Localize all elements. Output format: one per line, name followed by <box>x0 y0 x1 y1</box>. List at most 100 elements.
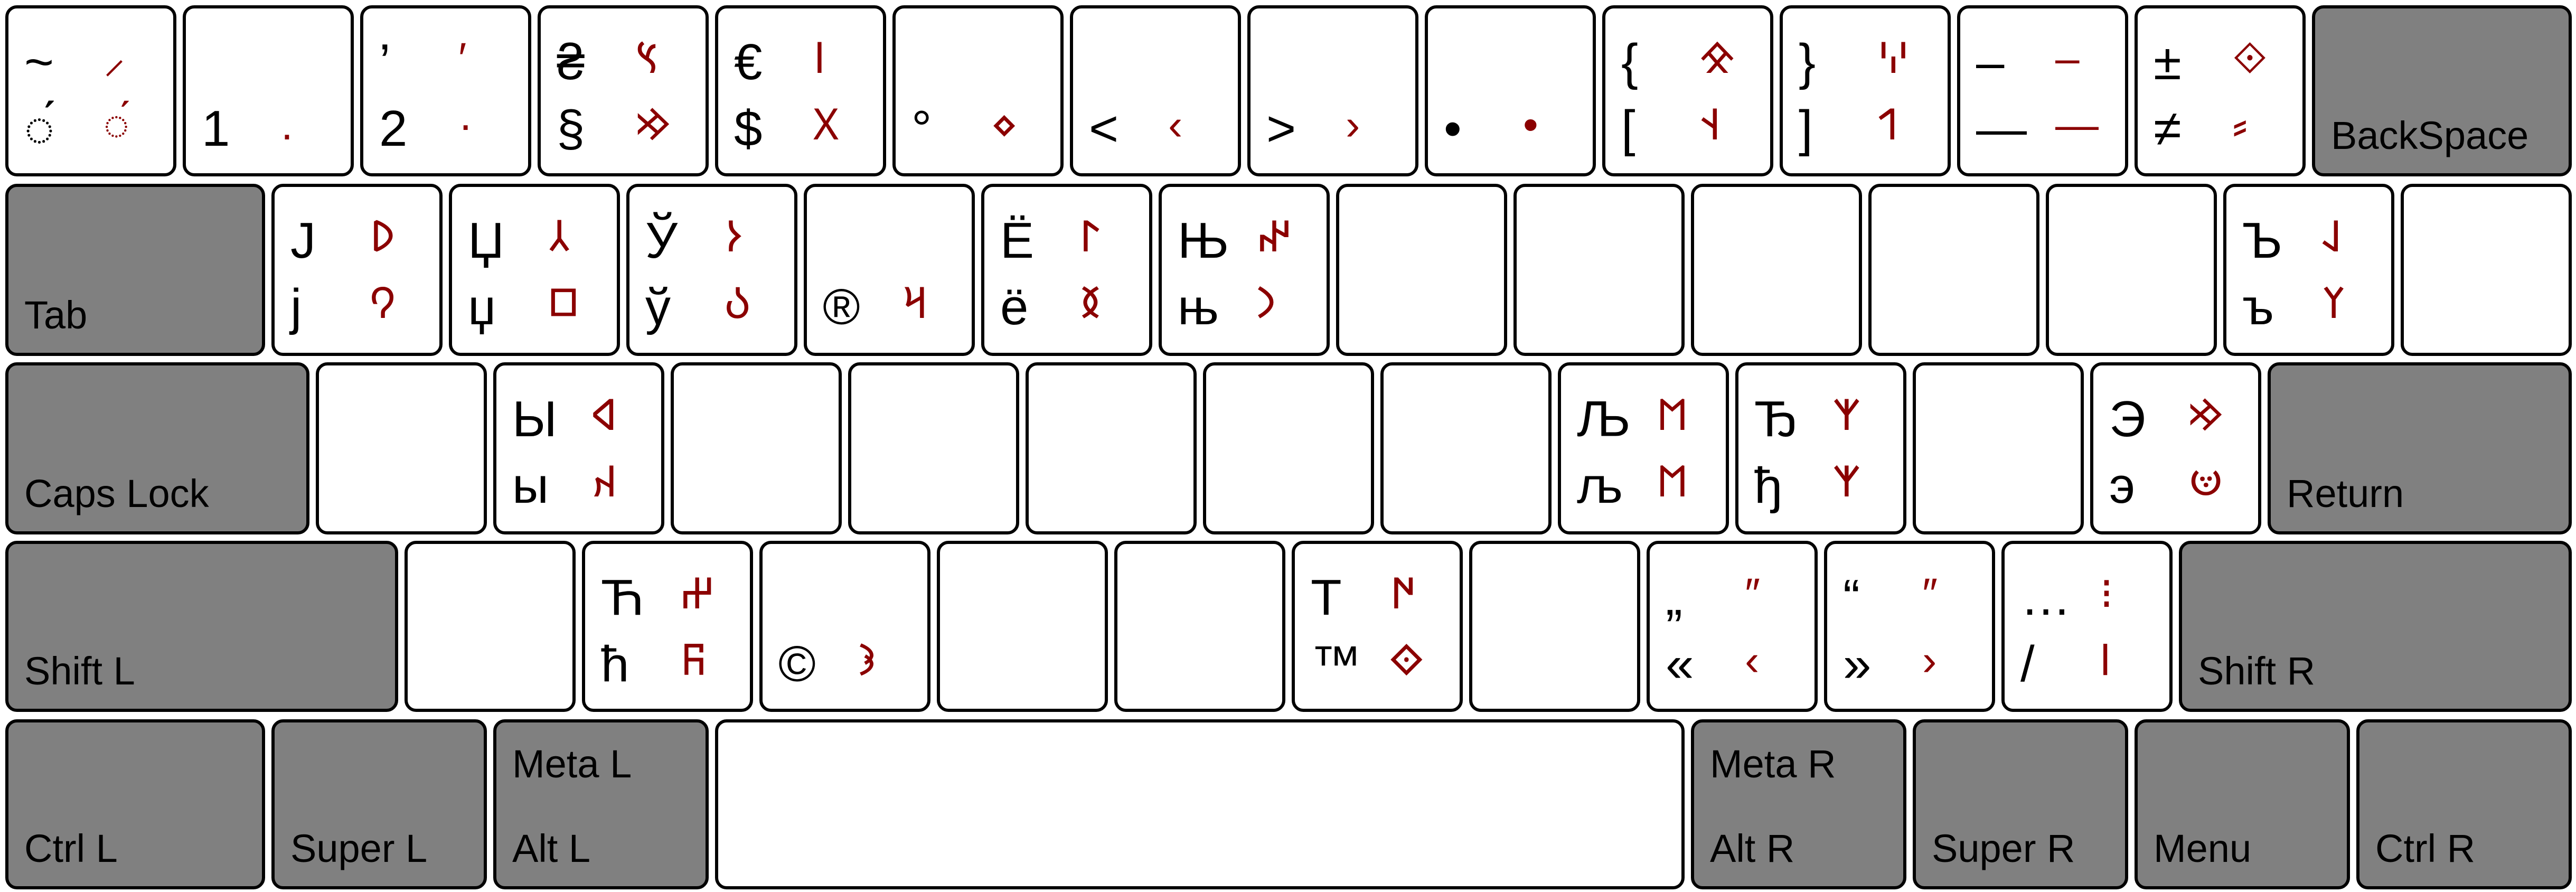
key-j[interactable] <box>1380 362 1552 534</box>
alternate-glyph: 𐰡 <box>1656 391 1689 439</box>
key-e[interactable]: Ў𐰆 ў 𐰉 <box>626 184 797 356</box>
key-semicolon[interactable] <box>1913 362 2084 534</box>
key-x[interactable]: Ћ𐰔 ћ 𐰜 <box>582 541 753 712</box>
key-backspace[interactable]: BackSpace <box>2312 5 2572 176</box>
key-y[interactable]: Њ𐰤њ𐰣 <box>1159 184 1330 356</box>
key-l[interactable]: Ђ𐰱 ђ 𐰱 <box>1735 362 1906 534</box>
key-o[interactable] <box>1691 184 1862 356</box>
key-backslash[interactable] <box>2401 184 2572 356</box>
alternate-glyph: 𐰖 <box>370 213 395 261</box>
key-t[interactable]: Ё𐰃 ё 𐰅 <box>981 184 1152 356</box>
key-i[interactable] <box>1513 184 1685 356</box>
key-p[interactable] <box>1868 184 2039 356</box>
key-space[interactable] <box>715 719 1685 889</box>
key-label: Tab <box>24 293 88 337</box>
key-equal[interactable]: ± ⟐ ≠ ⸗ <box>2135 5 2306 176</box>
key-label: Shift L <box>24 649 135 693</box>
key-v[interactable] <box>937 541 1108 712</box>
key-digit-7[interactable]: > › <box>1247 5 1418 176</box>
key-label: Ctrl R <box>2375 827 2476 870</box>
key-super-l[interactable]: Super L <box>271 719 487 889</box>
key-digit-3[interactable]: ₴ 𐰽 § 𐰢 <box>538 5 709 176</box>
key-ctrl-l[interactable]: Ctrl L <box>5 719 265 889</box>
alternate-glyph: ǀ <box>2100 636 2111 684</box>
key-tab[interactable]: Tab <box>5 184 265 356</box>
key-bracket-right[interactable]: Ъ𐰞ъ𐰠 <box>2223 184 2394 356</box>
key-n[interactable]: Т 𐰇 ™ 𐰬 <box>1292 541 1463 712</box>
key-slash[interactable]: … ⁝ / ǀ <box>2001 541 2173 712</box>
key-bracket-left[interactable] <box>2046 184 2217 356</box>
primary-glyph: • <box>1444 100 1462 157</box>
key-minus[interactable]: – – — — <box>1957 5 2128 176</box>
key-caps-lock[interactable]: Caps Lock <box>5 362 309 534</box>
key-h[interactable] <box>1203 362 1374 534</box>
alternate-glyph: 𐰇 <box>1390 570 1416 618</box>
key-f[interactable] <box>848 362 1019 534</box>
key-digit-9[interactable]: {𐰌 [𐰭 <box>1602 5 1773 176</box>
alternate-glyph: 𐰱 <box>1834 391 1860 439</box>
primary-glyph: ъ <box>2242 279 2274 335</box>
alternate-glyph: ⸗ <box>2233 101 2248 149</box>
key-digit-5[interactable]: ° ⋄ <box>892 5 1064 176</box>
key-w[interactable]: Џ𐰲 џ 𐰿 <box>449 184 620 356</box>
key-label-top: Meta R <box>1710 742 1836 786</box>
alternate-glyph: ‹ <box>1745 636 1760 684</box>
key-digit-2[interactable]: ’ ′ 2 · <box>360 5 531 176</box>
key-label: Alt R <box>1710 827 1795 870</box>
key-comma[interactable]: „ ″ « ‹ <box>1647 541 1818 712</box>
key-digit-8[interactable]: • • <box>1425 5 1596 176</box>
primary-glyph: Э <box>2109 391 2146 447</box>
key-z[interactable] <box>405 541 576 712</box>
primary-glyph: Ў <box>645 212 678 269</box>
key-shift-l[interactable]: Shift L <box>5 541 398 712</box>
key-shift-r[interactable]: Shift R <box>2179 541 2572 712</box>
alternate-glyph: 𐰃 <box>1079 213 1101 261</box>
key-digit-0[interactable]: } 𐰎] 𐰯 <box>1780 5 1951 176</box>
key-c[interactable]: © 𐰪 <box>759 541 930 712</box>
alternate-glyph: • <box>1523 101 1538 149</box>
key-label: Menu <box>2154 827 2252 870</box>
key-s[interactable]: Ы𐰶ы𐰴 <box>493 362 664 534</box>
key-label: Ctrl L <box>24 827 118 870</box>
key-label: Super L <box>290 827 428 870</box>
key-period[interactable]: “ ″ » › <box>1824 541 1995 712</box>
key-digit-1[interactable]: 1. <box>183 5 354 176</box>
key-digit-6[interactable]: < ‹ <box>1070 5 1241 176</box>
key-grave[interactable]: ~ ⸝ ◌́ ◌́ <box>5 5 176 176</box>
key-r[interactable]: ® 𐰺 <box>804 184 975 356</box>
alternate-glyph: 𐰾 <box>813 34 826 82</box>
primary-glyph: … <box>2020 569 2071 626</box>
key-b[interactable] <box>1114 541 1285 712</box>
key-menu[interactable]: Menu <box>2135 719 2350 889</box>
primary-glyph: ° <box>911 100 932 157</box>
key-alt-r[interactable]: Meta R Alt R <box>1691 719 1906 889</box>
primary-glyph: § <box>557 100 585 157</box>
primary-glyph: ] <box>1799 100 1813 157</box>
alternate-glyph: – <box>2055 34 2080 82</box>
alternate-glyph: ″ <box>1922 570 1938 618</box>
key-super-r[interactable]: Super R <box>1913 719 2128 889</box>
primary-glyph: ₴ <box>557 34 585 90</box>
alternate-glyph: — <box>2055 101 2099 149</box>
key-return[interactable]: Return <box>2268 362 2572 534</box>
primary-glyph: [ <box>1621 100 1635 157</box>
key-u[interactable] <box>1336 184 1507 356</box>
primary-glyph: Њ <box>1178 212 1229 269</box>
key-m[interactable] <box>1469 541 1640 712</box>
key-quote[interactable]: Э𐰢 э 𐰦 <box>2090 362 2261 534</box>
primary-glyph: » <box>1843 636 1872 692</box>
primary-glyph: < <box>1089 100 1119 157</box>
primary-glyph: 2 <box>379 100 408 157</box>
key-ctrl-r[interactable]: Ctrl R <box>2356 719 2572 889</box>
key-q[interactable]: J 𐰖 j 𐰘 <box>271 184 443 356</box>
key-digit-4[interactable]: € 𐰾 $ 𐰓 <box>715 5 886 176</box>
key-k[interactable]: Љ𐰡љ𐰡 <box>1558 362 1729 534</box>
key-a[interactable] <box>316 362 487 534</box>
key-d[interactable] <box>671 362 842 534</box>
key-g[interactable] <box>1026 362 1197 534</box>
primary-glyph: € <box>734 34 763 90</box>
key-alt-l[interactable]: Meta L Alt L <box>493 719 709 889</box>
key-label: Alt L <box>512 827 591 870</box>
alternate-glyph: 𐰢 <box>636 101 670 149</box>
primary-glyph: Ё <box>1000 212 1035 269</box>
